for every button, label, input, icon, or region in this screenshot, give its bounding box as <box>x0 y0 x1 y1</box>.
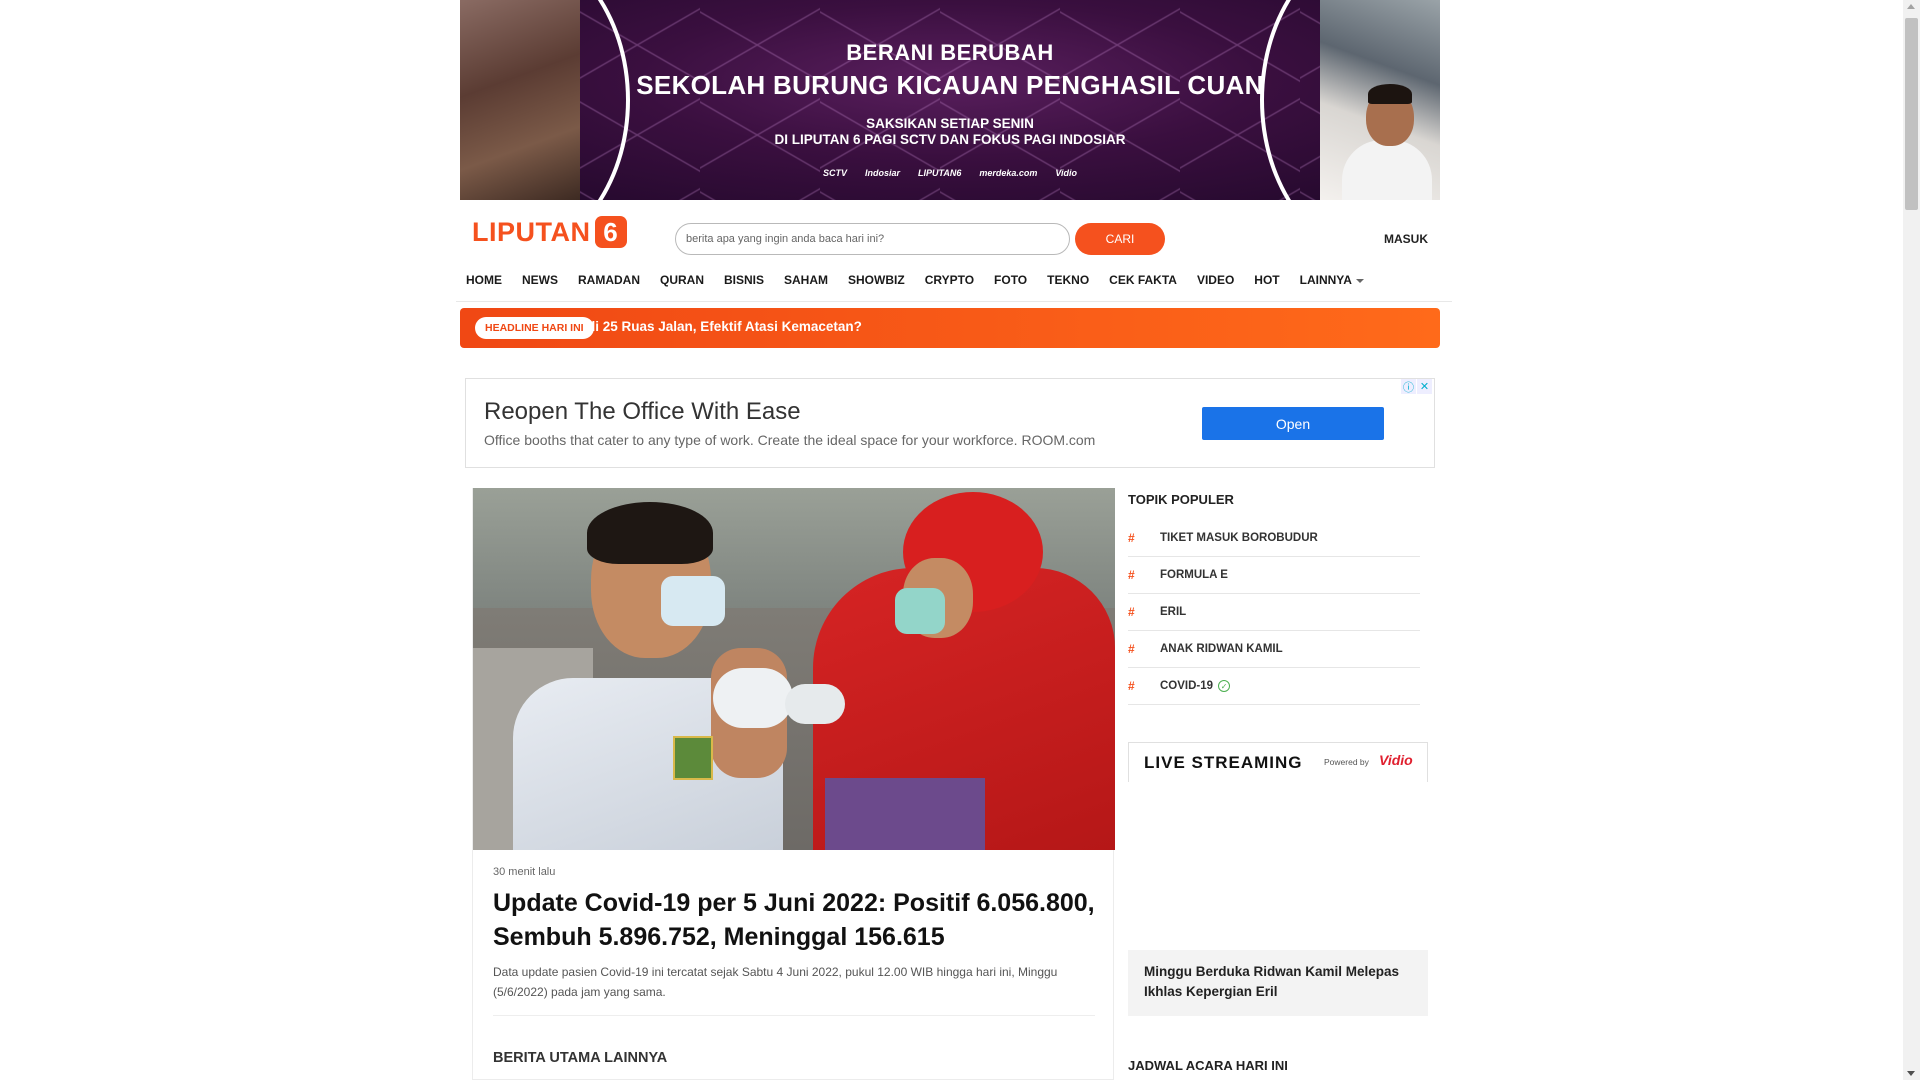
search-button[interactable]: CARI <box>1075 223 1165 255</box>
hash-icon: # <box>1128 642 1135 656</box>
ad-open-button[interactable]: Open <box>1202 407 1384 440</box>
hash-icon: # <box>1128 605 1135 619</box>
site-logo[interactable]: LIPUTAN 6 <box>472 216 627 248</box>
main-story[interactable]: 30 menit lalu Update Covid-19 per 5 Juni… <box>472 488 1115 1080</box>
image-student-mask <box>661 576 725 626</box>
nav-item-hot[interactable]: HOT <box>1244 273 1289 287</box>
topic-item[interactable]: # FORMULA E <box>1128 557 1420 594</box>
topic-item[interactable]: # ERIL <box>1128 594 1420 631</box>
story-description: Data update pasien Covid-19 ini tercatat… <box>493 965 1058 999</box>
info-icon[interactable]: ⓘ <box>1401 379 1416 394</box>
logo-number: 6 <box>594 216 627 248</box>
logo-text: LIPUTAN <box>472 216 591 247</box>
search-input[interactable] <box>675 223 1070 255</box>
scroll-up-arrow-icon[interactable] <box>1907 4 1915 9</box>
story-image[interactable] <box>473 488 1115 850</box>
live-streaming-title: LIVE STREAMING <box>1144 753 1303 772</box>
vidio-logo[interactable]: Vidio <box>1379 752 1413 768</box>
more-news-heading: BERITA UTAMA LAINNYA <box>493 1050 668 1066</box>
card-title[interactable]: Minggu Berduka Ridwan Kamil Melepas Ikhl… <box>1144 962 1414 1002</box>
display-ad[interactable]: Reopen The Office With Ease Office booth… <box>465 378 1435 468</box>
ad-title[interactable]: Reopen The Office With Ease <box>484 398 801 426</box>
nav-item-news[interactable]: NEWS <box>512 273 568 287</box>
topic-label: TIKET MASUK BOROBUDUR <box>1160 532 1318 544</box>
scrollbar-thumb[interactable] <box>1905 18 1918 210</box>
scroll-down-arrow-icon[interactable] <box>1907 1071 1915 1076</box>
ad-choices[interactable]: ⓘ ✕ <box>1401 379 1432 394</box>
powered-by-label: Powered by <box>1324 757 1369 767</box>
story-title[interactable]: Update Covid-19 per 5 Juni 2022: Positif… <box>493 886 1103 954</box>
hash-icon: # <box>1128 679 1135 693</box>
headline-link[interactable]: rta di 25 Ruas Jalan, Efektif Atasi Kema… <box>578 319 862 334</box>
page-scrollbar[interactable] <box>1903 0 1920 1080</box>
banner-logo: merdeka.com <box>979 168 1038 178</box>
nav-item-bisnis[interactable]: BISNIS <box>714 273 774 287</box>
topic-label: FORMULA E <box>1160 569 1228 581</box>
topic-item[interactable]: # TIKET MASUK BOROBUDUR <box>1128 520 1420 557</box>
top-banner-ad[interactable]: BERANI BERUBAH SEKOLAH BURUNG KICAUAN PE… <box>460 0 1440 200</box>
image-glove <box>713 668 793 728</box>
page: BERANI BERUBAH SEKOLAH BURUNG KICAUAN PE… <box>0 0 1920 1080</box>
banner-line3: SAKSIKAN SETIAP SENIN <box>866 116 1034 131</box>
nav-more-label: LAINNYA <box>1299 273 1352 287</box>
image-nurse-mask <box>895 588 945 634</box>
schedule-title: JADWAL ACARA HARI INI <box>1128 1058 1288 1073</box>
nav-item-tekno[interactable]: TEKNO <box>1037 273 1099 287</box>
banner-logo: Vidio <box>1055 168 1078 178</box>
banner-line2: SEKOLAH BURUNG KICAUAN PENGHASIL CUAN <box>636 70 1264 100</box>
image-student-hair <box>587 502 713 564</box>
nav-item-home[interactable]: HOME <box>456 273 512 287</box>
live-streaming-header: LIVE STREAMING Powered by Vidio <box>1128 742 1428 782</box>
verified-check-icon: ✓ <box>1218 680 1231 692</box>
story-divider <box>493 1015 1095 1016</box>
nav-item-video[interactable]: VIDEO <box>1187 273 1244 287</box>
live-streaming-player[interactable] <box>1128 782 1428 950</box>
ad-description: Office booths that cater to any type of … <box>484 432 1096 448</box>
main-nav: HOME NEWS RAMADAN QURAN BISNIS SAHAM SHO… <box>456 273 1374 287</box>
banner-logo: Indosiar <box>864 168 900 178</box>
image-glove <box>785 684 845 724</box>
hash-icon: # <box>1128 531 1135 545</box>
nav-item-lainnya[interactable]: LAINNYA <box>1290 273 1374 287</box>
topic-label: ERIL <box>1160 606 1187 618</box>
headline-text-wrap: rta di 25 Ruas Jalan, Efektif Atasi Kema… <box>578 319 1358 334</box>
popular-topics-title: TOPIK POPULER <box>1128 492 1234 507</box>
banner-line1: BERANI BERUBAH <box>846 40 1054 65</box>
banner-logos: SCTV Indosiar LIPUTAN6 merdeka.com Vidio <box>460 168 1440 178</box>
nav-item-ramadan[interactable]: RAMADAN <box>568 273 650 287</box>
nav-item-quran[interactable]: QURAN <box>650 273 714 287</box>
banner-line4: DI LIPUTAN 6 PAGI SCTV DAN FOKUS PAGI IN… <box>774 132 1126 147</box>
popular-topics-list: # TIKET MASUK BOROBUDUR # FORMULA E # ER… <box>1128 520 1420 705</box>
chevron-down-icon <box>1355 278 1364 283</box>
close-icon[interactable]: ✕ <box>1417 379 1432 394</box>
nav-item-cek-fakta[interactable]: CEK FAKTA <box>1099 273 1187 287</box>
nav-item-saham[interactable]: SAHAM <box>774 273 838 287</box>
nav-item-foto[interactable]: FOTO <box>984 273 1037 287</box>
image-school-badge <box>673 736 713 780</box>
login-link[interactable]: MASUK <box>1384 232 1428 246</box>
nav-item-showbiz[interactable]: SHOWBIZ <box>838 273 915 287</box>
nav-divider <box>456 301 1452 302</box>
banner-logo: LIPUTAN6 <box>917 168 962 178</box>
nav-item-crypto[interactable]: CRYPTO <box>915 273 984 287</box>
topic-label: COVID-19 <box>1160 680 1214 692</box>
headline-ticker: HEADLINE HARI INI rta di 25 Ruas Jalan, … <box>460 308 1440 348</box>
hash-icon: # <box>1128 568 1135 582</box>
topic-item[interactable]: # ANAK RIDWAN KAMIL <box>1128 631 1420 668</box>
story-time: 30 menit lalu <box>493 866 556 878</box>
live-streaming-card[interactable]: Minggu Berduka Ridwan Kamil Melepas Ikhl… <box>1128 950 1428 1016</box>
banner-logo: SCTV <box>822 168 847 178</box>
topic-item[interactable]: # COVID-19 ✓ <box>1128 668 1420 705</box>
headline-label: HEADLINE HARI INI <box>475 317 594 339</box>
topic-label: ANAK RIDWAN KAMIL <box>1160 643 1283 655</box>
image-table <box>825 778 985 850</box>
